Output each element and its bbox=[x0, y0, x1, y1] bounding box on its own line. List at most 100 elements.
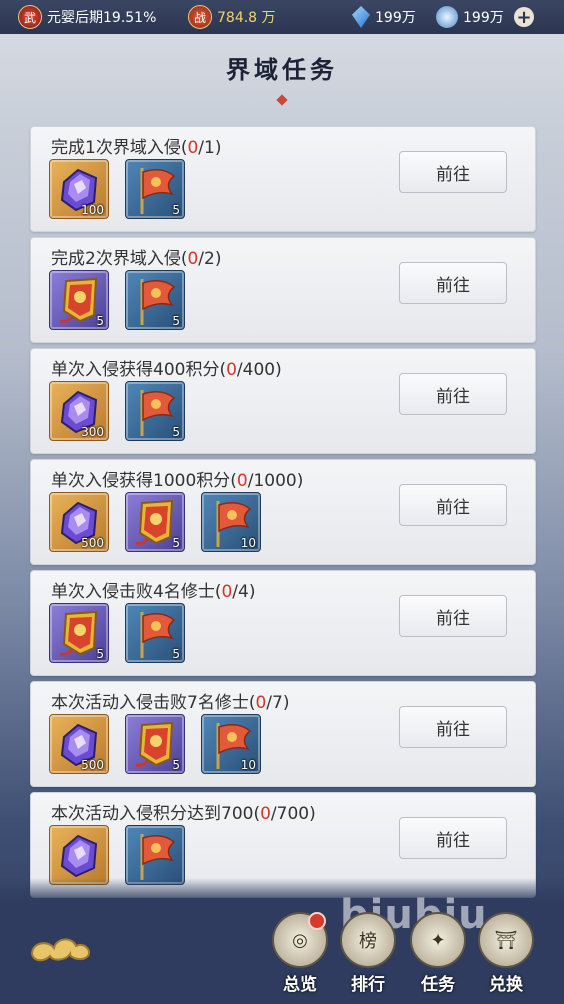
reward-item-banner[interactable]: 5 bbox=[125, 492, 185, 552]
reward-count: 5 bbox=[172, 536, 180, 550]
reward-item-crystal-bag[interactable]: 500 bbox=[49, 492, 109, 552]
reward-item-banner[interactable]: 5 bbox=[49, 603, 109, 663]
task-progress-total: /1000) bbox=[247, 471, 304, 491]
task-title: 本次活动入侵积分达到700(0/700) bbox=[51, 799, 316, 824]
nav-task[interactable]: ✦ 任务 bbox=[408, 912, 468, 995]
reward-item-crystal-bag[interactable]: 500 bbox=[49, 714, 109, 774]
task-title-text: 本次活动入侵击败7名修士( bbox=[51, 693, 256, 713]
realm-text: 元婴后期19.51% bbox=[47, 10, 157, 26]
gem-currency: 199万 bbox=[352, 5, 416, 29]
spirit-amount: 199万 bbox=[463, 10, 504, 26]
nav-label: 任务 bbox=[421, 975, 455, 995]
reward-count: 10 bbox=[240, 758, 256, 772]
task-progress-total: /4) bbox=[232, 582, 256, 602]
task-title-text: 完成2次界域入侵( bbox=[51, 249, 188, 269]
spirit-icon bbox=[436, 6, 458, 28]
task-title-text: 单次入侵击败4名修士( bbox=[51, 582, 222, 602]
go-button[interactable]: 前往 bbox=[399, 373, 507, 415]
go-button[interactable]: 前往 bbox=[399, 595, 507, 637]
reward-item-crystal-bag[interactable]: 300 bbox=[49, 381, 109, 441]
gem-icon bbox=[352, 6, 370, 28]
cloud-icon bbox=[30, 938, 90, 962]
task-card: 完成2次界域入侵(0/2) 5 5 前往 bbox=[30, 237, 536, 343]
page-title: 界域任务 bbox=[226, 55, 338, 84]
go-button[interactable]: 前往 bbox=[399, 484, 507, 526]
top-status-bar: 武 元婴后期19.51% 战 784.8 万 199万 199万 + bbox=[0, 0, 564, 34]
exchange-icon: ⛩ bbox=[478, 912, 534, 968]
reward-item-flag[interactable]: 5 bbox=[125, 381, 185, 441]
nav-ranking[interactable]: 榜排行 bbox=[338, 912, 398, 995]
task-title: 完成1次界域入侵(0/1) bbox=[51, 133, 221, 158]
task-title-text: 单次入侵获得400积分( bbox=[51, 360, 227, 380]
reward-list: 500 5 10 bbox=[49, 492, 261, 552]
spirit-currency: 199万 bbox=[436, 5, 504, 29]
task-card: 单次入侵击败4名修士(0/4) 5 5 前往 bbox=[30, 570, 536, 676]
reward-list bbox=[49, 825, 185, 885]
add-currency-button[interactable]: + bbox=[514, 5, 534, 29]
reward-count: 5 bbox=[96, 314, 104, 328]
reward-item-flag[interactable] bbox=[125, 825, 185, 885]
task-progress-current: 0 bbox=[221, 582, 233, 602]
task-title: 本次活动入侵击败7名修士(0/7) bbox=[51, 688, 289, 713]
task-progress-current: 0 bbox=[236, 471, 248, 491]
reward-item-flag[interactable]: 5 bbox=[125, 270, 185, 330]
task-progress-total: /700) bbox=[270, 804, 316, 824]
reward-list: 55 bbox=[49, 603, 185, 663]
reward-item-flag[interactable]: 10 bbox=[201, 714, 261, 774]
reward-item-flag[interactable]: 5 bbox=[125, 159, 185, 219]
reward-item-flag[interactable]: 5 bbox=[125, 603, 185, 663]
reward-item-crystal[interactable] bbox=[49, 825, 109, 885]
reward-count: 500 bbox=[81, 536, 104, 550]
task-card: 完成1次界域入侵(0/1) 100 5 前往 bbox=[30, 126, 536, 232]
reward-list: 300 5 bbox=[49, 381, 185, 441]
reward-list: 500 5 10 bbox=[49, 714, 261, 774]
task-progress-current: 0 bbox=[187, 138, 199, 158]
task-progress-current: 0 bbox=[260, 804, 271, 824]
task-title: 完成2次界域入侵(0/2) bbox=[51, 244, 221, 269]
reward-item-flag[interactable]: 10 bbox=[201, 492, 261, 552]
reward-count: 5 bbox=[172, 647, 180, 661]
task-title-text: 完成1次界域入侵( bbox=[51, 138, 188, 158]
task-title: 单次入侵获得1000积分(0/1000) bbox=[51, 466, 303, 491]
go-button[interactable]: 前往 bbox=[399, 151, 507, 193]
task-title: 单次入侵获得400积分(0/400) bbox=[51, 355, 282, 380]
power-text: 784.8 万 bbox=[217, 10, 276, 26]
ranking-icon: 榜 bbox=[340, 912, 396, 968]
gem-amount: 199万 bbox=[375, 10, 416, 26]
plus-icon: + bbox=[514, 7, 534, 28]
nav-label: 排行 bbox=[351, 975, 385, 995]
nav-label: 兑换 bbox=[489, 975, 523, 995]
flag-icon bbox=[140, 834, 176, 880]
nav-label: 总览 bbox=[283, 975, 317, 995]
task-title-text: 单次入侵获得1000积分( bbox=[51, 471, 237, 491]
go-button[interactable]: 前往 bbox=[399, 817, 507, 859]
task-icon: ✦ bbox=[410, 912, 466, 968]
reward-count: 500 bbox=[81, 758, 104, 772]
reward-count: 100 bbox=[81, 203, 104, 217]
reward-list: 55 bbox=[49, 270, 185, 330]
reward-item-crystal-bag[interactable]: 100 bbox=[49, 159, 109, 219]
task-progress-total: /400) bbox=[236, 360, 282, 380]
realm-status: 武 元婴后期19.51% bbox=[18, 5, 156, 29]
nav-overview[interactable]: ◎ 总览 bbox=[270, 912, 330, 995]
task-progress-current: 0 bbox=[187, 249, 199, 269]
task-progress-total: /7) bbox=[266, 693, 290, 713]
go-button[interactable]: 前往 bbox=[399, 262, 507, 304]
power-status: 战 784.8 万 bbox=[188, 5, 276, 29]
go-button[interactable]: 前往 bbox=[399, 706, 507, 748]
task-title: 单次入侵击败4名修士(0/4) bbox=[51, 577, 255, 602]
reward-count: 5 bbox=[172, 314, 180, 328]
task-progress-current: 0 bbox=[255, 693, 267, 713]
reward-count: 10 bbox=[240, 536, 256, 550]
reward-item-banner[interactable]: 5 bbox=[125, 714, 185, 774]
back-cloud-button[interactable] bbox=[26, 928, 94, 968]
reward-item-banner[interactable]: 5 bbox=[49, 270, 109, 330]
task-card: 单次入侵获得1000积分(0/1000) 500 5 10 前往 bbox=[30, 459, 536, 565]
notification-badge bbox=[308, 912, 326, 930]
crystal-icon bbox=[60, 834, 98, 878]
reward-list: 100 5 bbox=[49, 159, 185, 219]
nav-exchange[interactable]: ⛩ 兑换 bbox=[476, 912, 536, 995]
task-progress-total: /2) bbox=[198, 249, 222, 269]
reward-count: 300 bbox=[81, 425, 104, 439]
task-progress-current: 0 bbox=[226, 360, 237, 380]
